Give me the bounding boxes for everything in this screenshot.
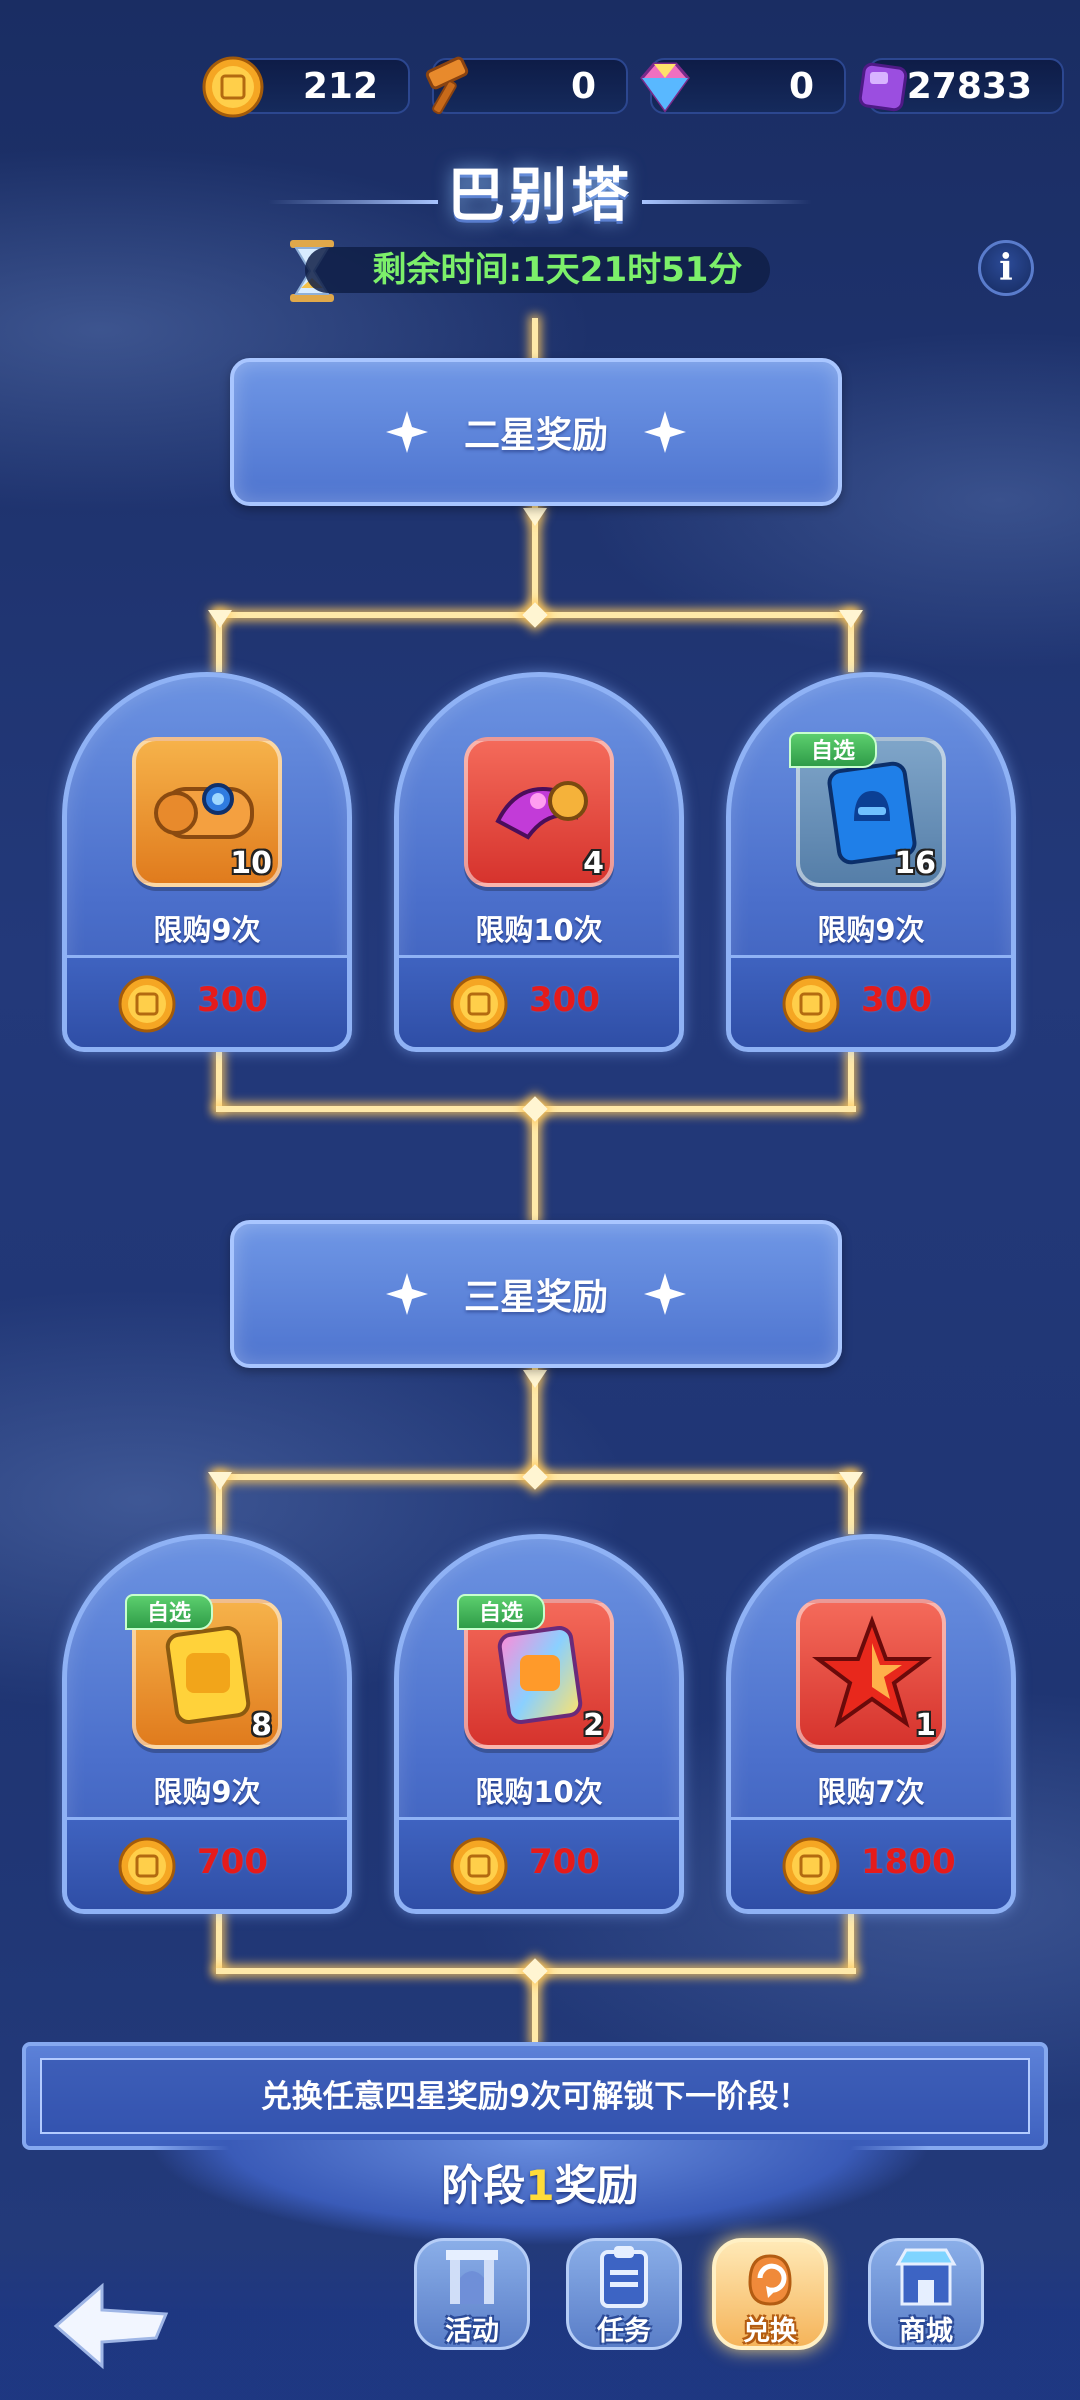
- gold-coin-icon: [450, 975, 508, 1033]
- connector-line: [848, 1912, 854, 1972]
- reward-card[interactable]: 1 限购7次 1800: [726, 1534, 1016, 1914]
- tier-banner-2star: 二星奖励: [230, 358, 842, 506]
- price-bar: 700: [399, 1817, 679, 1909]
- self-select-badge: 自选: [789, 732, 877, 768]
- connector-arrow: [523, 508, 547, 526]
- sparkle-icon: [385, 1273, 428, 1315]
- reward-item: 1: [796, 1599, 946, 1749]
- nav-label: 兑换: [743, 2316, 797, 2347]
- reward-card[interactable]: 10 限购9次 300: [62, 672, 352, 1052]
- price: 700: [197, 1842, 268, 1882]
- tier-banner-3star: 三星奖励: [230, 1220, 842, 1368]
- connector-arrow: [208, 1472, 232, 1490]
- nav-activity[interactable]: 活动: [408, 2228, 536, 2358]
- reward-item: 4: [464, 737, 614, 887]
- nav-exchange[interactable]: 兑换: [706, 2228, 834, 2358]
- connector-line: [216, 1912, 222, 1972]
- purchase-limit: 限购7次: [817, 1775, 925, 1809]
- purchase-limit: 限购9次: [153, 1775, 261, 1809]
- unlock-message: 兑换任意四星奖励9次可解锁下一阶段！: [40, 2058, 1030, 2134]
- reward-card[interactable]: 自选 2 限购10次 700: [394, 1534, 684, 1914]
- purchase-limit: 限购9次: [153, 913, 261, 947]
- nav-label: 任务: [597, 2316, 651, 2347]
- stage-number: 1: [525, 2161, 555, 2210]
- stage-prefix: 阶段: [441, 2161, 526, 2210]
- price: 1800: [861, 1842, 956, 1882]
- reward-item: 10: [132, 737, 282, 887]
- item-count: 1: [915, 1708, 936, 1743]
- nav-tasks[interactable]: 任务: [560, 2228, 688, 2358]
- gold-coin-icon: [782, 975, 840, 1033]
- connector-arrow: [839, 610, 863, 628]
- purple-gem-icon: [858, 62, 908, 112]
- clipboard-icon: [600, 2246, 648, 2308]
- self-select-badge: 自选: [125, 1594, 213, 1630]
- price: 700: [529, 1842, 600, 1882]
- stage-label: 阶段1奖励: [0, 2152, 1080, 2213]
- purchase-limit: 限购10次: [475, 1775, 603, 1809]
- gold-coin-icon: [202, 56, 264, 118]
- connector-arrow: [208, 610, 232, 628]
- purchase-limit: 限购10次: [475, 913, 603, 947]
- item-count: 10: [230, 846, 272, 881]
- diamond-value: 0: [788, 65, 814, 107]
- connector-arrow: [839, 1472, 863, 1490]
- remaining-time: 剩余时间:1天21时51分: [305, 247, 770, 293]
- shop-icon: [895, 2248, 957, 2306]
- gold-coin-icon: [118, 975, 176, 1033]
- price-bar: 300: [67, 955, 347, 1047]
- hammer-icon: [425, 56, 469, 115]
- item-count: 8: [251, 1708, 272, 1743]
- price-bar: 300: [399, 955, 679, 1047]
- sparkle-icon: [644, 411, 686, 453]
- tier-label: 二星奖励: [463, 415, 608, 456]
- gold-coin-value: 212: [302, 65, 378, 107]
- hammer-value: 0: [570, 65, 596, 107]
- reward-card[interactable]: 自选 16 限购9次 300: [726, 672, 1016, 1052]
- item-count: 2: [583, 1708, 604, 1743]
- gold-coin-icon: [450, 1837, 508, 1895]
- reward-card[interactable]: 自选 8 限购9次 700: [62, 1534, 352, 1914]
- purple-gem-value: 27833: [906, 65, 1032, 107]
- sparkle-icon: [644, 1273, 686, 1315]
- stage-suffix: 奖励: [554, 2161, 639, 2210]
- tier-label: 三星奖励: [463, 1277, 608, 1318]
- purple-gem-counter[interactable]: 27833: [858, 58, 1064, 114]
- unlock-banner: 兑换任意四星奖励9次可解锁下一阶段！: [22, 2042, 1048, 2150]
- exchange-icon: [748, 2254, 792, 2306]
- reward-card[interactable]: 4 限购10次 300: [394, 672, 684, 1052]
- sparkle-icon: [385, 411, 428, 453]
- price-bar: 700: [67, 1817, 347, 1909]
- price: 300: [197, 980, 268, 1020]
- gold-coin-icon: [782, 1837, 840, 1895]
- nav-shop[interactable]: 商城: [862, 2228, 990, 2358]
- back-arrow-icon[interactable]: [52, 2278, 172, 2374]
- price: 300: [529, 980, 600, 1020]
- currency-bar: 212 0 0 27833: [202, 56, 1072, 118]
- gold-coin-icon: [118, 1837, 176, 1895]
- connector-line: [532, 1106, 538, 1222]
- nav-label: 商城: [899, 2316, 953, 2347]
- info-button[interactable]: i: [978, 240, 1034, 296]
- page-title: 巴别塔: [446, 161, 633, 229]
- connector-arrow: [523, 1370, 547, 1388]
- nav-label: 活动: [445, 2316, 499, 2347]
- self-select-badge: 自选: [457, 1594, 545, 1630]
- purchase-limit: 限购9次: [817, 913, 925, 947]
- gate-icon: [446, 2250, 498, 2304]
- item-count: 4: [583, 846, 604, 881]
- diamond-icon: [640, 62, 690, 113]
- diamond-counter[interactable]: 0: [640, 58, 846, 114]
- connector-line: [216, 1050, 222, 1110]
- gold-coin-counter[interactable]: 212: [202, 56, 410, 118]
- price-bar: 1800: [731, 1817, 1011, 1909]
- price: 300: [861, 980, 932, 1020]
- price-bar: 300: [731, 955, 1011, 1047]
- title-ornament-right: [642, 200, 812, 204]
- title-area: 巴别塔: [0, 140, 1080, 240]
- item-count: 16: [894, 846, 936, 881]
- hammer-counter[interactable]: 0: [425, 56, 628, 115]
- connector-line: [848, 1050, 854, 1110]
